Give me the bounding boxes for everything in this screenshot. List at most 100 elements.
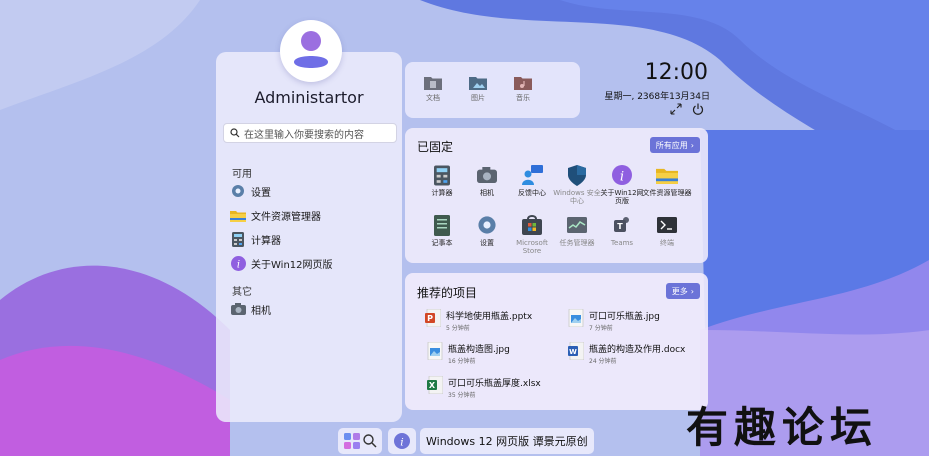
all-apps-button[interactable]: 所有应用 › <box>649 137 700 153</box>
section-available: 可用 <box>232 169 252 180</box>
search-placeholder: 在这里输入你要搜索的内容 <box>244 129 364 141</box>
taskbar-window-title[interactable]: Windows 12 网页版 谭景元原创 <box>420 428 594 454</box>
document-folder-icon <box>424 77 442 90</box>
pinned-app-label: Microsoft Store <box>516 239 548 256</box>
store-icon <box>521 214 543 236</box>
camera-icon <box>476 164 498 186</box>
recommended-title: 推荐的项目 <box>417 286 478 300</box>
pinned-title: 已固定 <box>417 140 454 154</box>
gear-icon <box>230 183 246 199</box>
svg-text:W: W <box>569 348 577 356</box>
music-folder-icon <box>514 77 532 90</box>
folder-icon <box>656 164 678 186</box>
recommended-time: 5 分钟前 <box>446 325 470 332</box>
quick-link-pictures[interactable]: 图片 <box>460 76 496 103</box>
svg-text:P: P <box>427 314 433 323</box>
calculator-icon <box>431 164 453 186</box>
pinned-app-label: 文件资源管理器 <box>642 189 692 197</box>
image-file-icon <box>568 309 584 327</box>
recommended-name: 可口可乐瓶盖.jpg <box>589 312 660 322</box>
window-controls <box>670 103 704 115</box>
notepad-icon <box>431 214 453 236</box>
teams-icon: T <box>611 214 633 236</box>
left-app-label: 相机 <box>251 305 271 317</box>
pinned-app-terminal[interactable]: 终端 <box>642 214 692 247</box>
picture-folder-icon <box>469 77 487 90</box>
task-manager-icon <box>566 214 588 236</box>
search-input[interactable]: 在这里输入你要搜索的内容 <box>223 123 397 143</box>
pinned-app-label: 相机 <box>480 189 494 197</box>
left-app-label: 计算器 <box>251 235 281 247</box>
recommended-time: 16 分钟前 <box>448 358 476 365</box>
pinned-app-calculator[interactable]: 计算器 <box>417 164 467 197</box>
pinned-app-teams[interactable]: T Teams <box>597 214 647 247</box>
left-app-label: 关于Win12网页版 <box>251 259 333 271</box>
user-name: Administartor <box>254 88 364 107</box>
gear-icon <box>476 214 498 236</box>
recommended-time: 7 分钟前 <box>589 325 613 332</box>
image-file-icon <box>427 342 443 360</box>
quick-links-panel: 文档 图片 音乐 <box>405 62 580 118</box>
recommended-time: 24 分钟前 <box>589 358 617 365</box>
pinned-app-file-explorer[interactable]: 文件资源管理器 <box>642 164 692 197</box>
taskbar-about[interactable]: i <box>388 428 416 454</box>
search-icon <box>230 128 240 138</box>
pinned-app-label: 记事本 <box>431 239 453 247</box>
word-file-icon: W <box>568 342 584 360</box>
camera-icon <box>230 301 246 317</box>
svg-text:i: i <box>236 259 239 270</box>
avatar[interactable] <box>280 20 342 82</box>
recommended-name: 瓶盖的构造及作用.docx <box>589 345 686 355</box>
pinned-app-task-manager[interactable]: 任务管理器 <box>552 214 602 247</box>
left-app-file-explorer[interactable]: 文件资源管理器 <box>230 205 395 225</box>
pinned-app-about[interactable]: i 关于Win12网页版 <box>597 164 647 205</box>
info-icon: i <box>394 433 410 449</box>
pinned-app-store[interactable]: Microsoft Store <box>507 214 557 255</box>
watermark: 有趣论坛 <box>686 403 879 452</box>
pinned-app-settings[interactable]: 设置 <box>462 214 512 247</box>
recommended-item[interactable]: W 瓶盖的构造及作用.docx 24 分钟前 <box>568 342 685 365</box>
quick-link-label: 图片 <box>471 94 485 102</box>
clock-date: 星期一, 2368年13月34日 <box>604 92 710 102</box>
pinned-app-notepad[interactable]: 记事本 <box>417 214 467 247</box>
section-other: 其它 <box>232 287 252 298</box>
pinned-apps-panel: 已固定 所有应用 › 计算器 相机 反馈中心 Windows 安全中心 i 关于… <box>405 128 708 263</box>
info-icon: i <box>611 164 633 186</box>
left-app-settings[interactable]: 设置 <box>230 181 395 201</box>
powerpoint-file-icon: P <box>425 309 441 327</box>
power-icon[interactable] <box>692 103 704 115</box>
recommended-item[interactable]: P 科学地使用瓶盖.pptx 5 分钟前 <box>425 309 532 332</box>
pinned-app-label: 反馈中心 <box>518 189 546 197</box>
left-app-camera[interactable]: 相机 <box>230 299 395 319</box>
pinned-app-feedback[interactable]: 反馈中心 <box>507 164 557 197</box>
recommended-name: 可口可乐瓶盖厚度.xlsx <box>448 379 541 389</box>
search-icon <box>362 434 377 448</box>
pinned-app-label: 任务管理器 <box>559 239 595 247</box>
calculator-icon <box>230 231 246 247</box>
more-label: 更多 <box>671 286 688 296</box>
feedback-icon <box>521 164 543 186</box>
clock-time: 12:00 <box>644 60 708 85</box>
pinned-app-label: 设置 <box>480 239 494 247</box>
pinned-app-label: 关于Win12网页版 <box>600 189 644 206</box>
taskbar-start-search[interactable] <box>338 428 382 454</box>
recommended-item[interactable]: 瓶盖构造图.jpg 16 分钟前 <box>427 342 510 365</box>
recommended-item[interactable]: X 可口可乐瓶盖厚度.xlsx 35 分钟前 <box>427 376 541 399</box>
pinned-app-camera[interactable]: 相机 <box>462 164 512 197</box>
svg-text:T: T <box>617 222 623 231</box>
recommended-item[interactable]: 可口可乐瓶盖.jpg 7 分钟前 <box>568 309 660 332</box>
left-app-about[interactable]: i 关于Win12网页版 <box>230 253 395 273</box>
pinned-app-label: 终端 <box>660 239 674 247</box>
quick-link-music[interactable]: 音乐 <box>505 76 541 103</box>
quick-link-documents[interactable]: 文档 <box>415 76 451 103</box>
left-app-calculator[interactable]: 计算器 <box>230 229 395 249</box>
svg-text:i: i <box>400 435 403 448</box>
taskbar-title: Windows 12 网页版 谭景元原创 <box>426 435 588 448</box>
terminal-icon <box>656 214 678 236</box>
more-button[interactable]: 更多 › <box>665 283 700 299</box>
user-icon <box>294 31 328 68</box>
pinned-app-security[interactable]: Windows 安全中心 <box>552 164 602 205</box>
recommended-name: 科学地使用瓶盖.pptx <box>446 312 533 322</box>
shield-icon <box>566 164 588 186</box>
expand-icon[interactable] <box>670 103 682 115</box>
